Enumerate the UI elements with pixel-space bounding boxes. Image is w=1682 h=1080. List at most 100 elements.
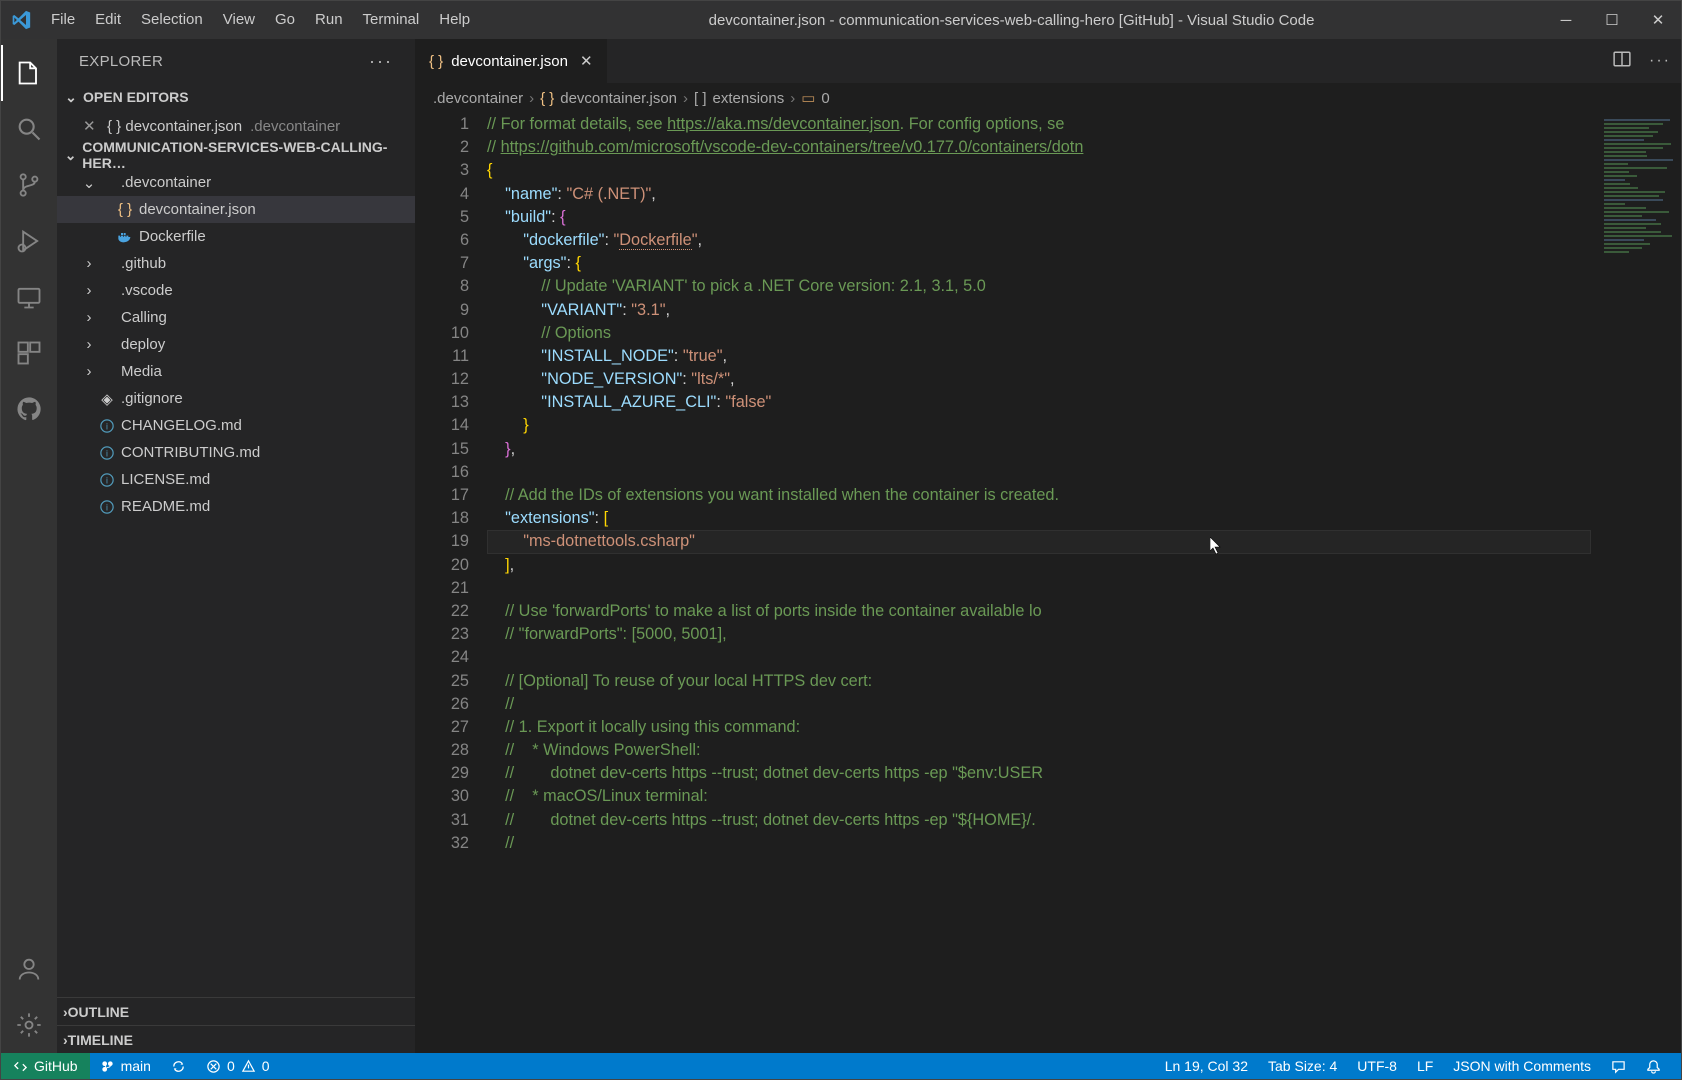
tree-folder[interactable]: ›deploy xyxy=(57,331,415,358)
code-line[interactable] xyxy=(487,646,1591,669)
code-line[interactable]: // xyxy=(487,832,1591,855)
workspace-section[interactable]: ⌄ COMMUNICATION-SERVICES-WEB-CALLING-HER… xyxy=(57,141,415,169)
code-line[interactable]: // Options xyxy=(487,322,1591,345)
close-icon[interactable]: ✕ xyxy=(83,117,101,135)
code-line[interactable]: "extensions": [ xyxy=(487,507,1591,530)
code-line[interactable]: // Add the IDs of extensions you want in… xyxy=(487,484,1591,507)
minimap[interactable] xyxy=(1599,113,1681,1053)
code-line[interactable]: "INSTALL_NODE": "true", xyxy=(487,345,1591,368)
tree-folder[interactable]: ›Media xyxy=(57,358,415,385)
tab-size[interactable]: Tab Size: 4 xyxy=(1258,1053,1347,1079)
menu-terminal[interactable]: Terminal xyxy=(353,1,430,39)
menu-help[interactable]: Help xyxy=(429,1,480,39)
breadcrumb[interactable]: .devcontainer › { } devcontainer.json › … xyxy=(415,83,1681,113)
code-line[interactable]: "args": { xyxy=(487,252,1591,275)
code-line[interactable]: // xyxy=(487,693,1591,716)
code-line[interactable]: }, xyxy=(487,438,1591,461)
search-icon[interactable] xyxy=(1,101,57,157)
github-icon[interactable] xyxy=(1,381,57,437)
code-line[interactable]: "name": "C# (.NET)", xyxy=(487,183,1591,206)
tree-folder[interactable]: ⌄.devcontainer xyxy=(57,169,415,196)
sync-icon xyxy=(171,1059,186,1074)
code-line[interactable]: "NODE_VERSION": "lts/*", xyxy=(487,368,1591,391)
code-line[interactable]: // dotnet dev-certs https --trust; dotne… xyxy=(487,809,1591,832)
extensions-icon[interactable] xyxy=(1,325,57,381)
editor[interactable]: 1234567891011121314151617181920212223242… xyxy=(415,113,1681,1053)
code-line[interactable]: "ms-dotnettools.csharp" xyxy=(487,530,1591,553)
chevron-right-icon: › xyxy=(81,309,97,326)
close-button[interactable]: ✕ xyxy=(1635,1,1681,39)
git-branch-icon[interactable] xyxy=(1,157,57,213)
feedback-icon[interactable] xyxy=(1601,1053,1636,1079)
breadcrumb-file[interactable]: devcontainer.json xyxy=(560,90,677,107)
breadcrumb-node[interactable]: extensions xyxy=(713,90,785,107)
tree-folder[interactable]: ›Calling xyxy=(57,304,415,331)
encoding[interactable]: UTF-8 xyxy=(1347,1053,1407,1079)
tree-file[interactable]: iCONTRIBUTING.md xyxy=(57,439,415,466)
code-line[interactable]: // dotnet dev-certs https --trust; dotne… xyxy=(487,762,1591,785)
files-icon[interactable] xyxy=(1,45,57,101)
code-line[interactable]: "INSTALL_AZURE_CLI": "false" xyxy=(487,391,1591,414)
timeline-section[interactable]: › TIMELINE xyxy=(57,1025,415,1053)
outline-section[interactable]: › OUTLINE xyxy=(57,997,415,1025)
breadcrumb-index[interactable]: 0 xyxy=(821,90,829,107)
tree-folder[interactable]: ›.vscode xyxy=(57,277,415,304)
editor-tab[interactable]: { } devcontainer.json ✕ xyxy=(415,39,608,83)
code-line[interactable]: { xyxy=(487,159,1591,182)
open-editors-section[interactable]: ⌄ OPEN EDITORS xyxy=(57,83,415,111)
open-editor-item[interactable]: ✕ { } devcontainer.json .devcontainer xyxy=(57,111,415,141)
remote-indicator[interactable]: GitHub xyxy=(1,1053,90,1079)
docker-icon xyxy=(115,229,135,245)
sync-indicator[interactable] xyxy=(161,1053,196,1079)
code-line[interactable] xyxy=(487,577,1591,600)
debug-icon[interactable] xyxy=(1,213,57,269)
code-line[interactable]: // Use 'forwardPorts' to make a list of … xyxy=(487,600,1591,623)
menu-selection[interactable]: Selection xyxy=(131,1,213,39)
tree-folder[interactable]: ›.github xyxy=(57,250,415,277)
tree-file[interactable]: iLICENSE.md xyxy=(57,466,415,493)
menu-file[interactable]: File xyxy=(41,1,85,39)
code-line[interactable]: // https://github.com/microsoft/vscode-d… xyxy=(487,136,1591,159)
menu-view[interactable]: View xyxy=(213,1,265,39)
tree-file[interactable]: { }devcontainer.json xyxy=(57,196,415,223)
code-line[interactable]: } xyxy=(487,414,1591,437)
tree-file[interactable]: iREADME.md xyxy=(57,493,415,520)
split-editor-icon[interactable] xyxy=(1613,50,1631,73)
problems-indicator[interactable]: 0 0 xyxy=(196,1053,280,1079)
notifications-icon[interactable] xyxy=(1636,1053,1671,1079)
maximize-button[interactable]: ☐ xyxy=(1589,1,1635,39)
code-line[interactable]: ], xyxy=(487,554,1591,577)
tree-file[interactable]: ◈.gitignore xyxy=(57,385,415,412)
gear-icon[interactable] xyxy=(1,997,57,1053)
branch-indicator[interactable]: main xyxy=(90,1053,161,1079)
more-icon[interactable]: ··· xyxy=(1649,52,1671,70)
tree-label: .devcontainer xyxy=(121,174,211,191)
editor-content[interactable]: // For format details, see https://aka.m… xyxy=(487,113,1681,1053)
code-line[interactable]: "VARIANT": "3.1", xyxy=(487,299,1591,322)
menu-go[interactable]: Go xyxy=(265,1,305,39)
code-line[interactable] xyxy=(487,461,1591,484)
mouse-cursor-icon xyxy=(1210,537,1222,555)
eol[interactable]: LF xyxy=(1407,1053,1443,1079)
breadcrumb-folder[interactable]: .devcontainer xyxy=(433,90,523,107)
code-line[interactable]: // 1. Export it locally using this comma… xyxy=(487,716,1591,739)
code-line[interactable]: "dockerfile": "Dockerfile", xyxy=(487,229,1591,252)
menu-edit[interactable]: Edit xyxy=(85,1,131,39)
code-line[interactable]: // [Optional] To reuse of your local HTT… xyxy=(487,670,1591,693)
code-line[interactable]: // For format details, see https://aka.m… xyxy=(487,113,1591,136)
code-line[interactable]: "build": { xyxy=(487,206,1591,229)
tree-file[interactable]: iCHANGELOG.md xyxy=(57,412,415,439)
language-mode[interactable]: JSON with Comments xyxy=(1443,1053,1601,1079)
minimize-button[interactable]: ─ xyxy=(1543,1,1589,39)
tree-file[interactable]: Dockerfile xyxy=(57,223,415,250)
code-line[interactable]: // "forwardPorts": [5000, 5001], xyxy=(487,623,1591,646)
menu-run[interactable]: Run xyxy=(305,1,353,39)
close-tab-icon[interactable]: ✕ xyxy=(580,52,593,70)
code-line[interactable]: // * macOS/Linux terminal: xyxy=(487,785,1591,808)
remote-icon[interactable] xyxy=(1,269,57,325)
cursor-position[interactable]: Ln 19, Col 32 xyxy=(1155,1053,1258,1079)
code-line[interactable]: // * Windows PowerShell: xyxy=(487,739,1591,762)
more-icon[interactable]: ··· xyxy=(369,51,393,72)
code-line[interactable]: // Update 'VARIANT' to pick a .NET Core … xyxy=(487,275,1591,298)
account-icon[interactable] xyxy=(1,941,57,997)
